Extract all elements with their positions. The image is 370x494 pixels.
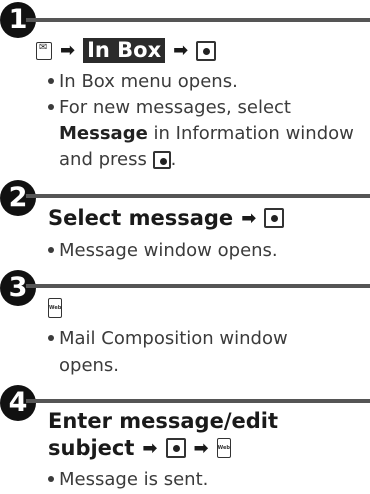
step-4-action-text-1: Enter message/edit	[48, 409, 278, 433]
center-select-key-icon	[152, 150, 171, 169]
step-4-action-text-2: subject	[48, 436, 135, 460]
step-1-action: ➡ In Box ➡	[36, 38, 217, 63]
step-3-note-1: Mail Composition window	[48, 328, 288, 349]
step-1-note-3-text: in Information window	[147, 123, 354, 144]
mail-key-icon[interactable]	[36, 41, 52, 60]
step-2-action-text: Select message	[48, 206, 234, 230]
step-3-note-2: opens.	[59, 355, 119, 376]
message-keyword: Message	[59, 123, 148, 144]
center-select-key-icon[interactable]	[264, 208, 285, 228]
right-arrow-icon: ➡	[241, 207, 257, 229]
step-1-rule	[26, 18, 370, 22]
bullet-icon	[48, 71, 59, 92]
web-key-icon[interactable]: Web	[216, 438, 231, 458]
step-4-rule	[26, 399, 370, 403]
right-arrow-icon: ➡	[173, 40, 189, 61]
step-2-note-1-text: Message window opens.	[59, 240, 278, 261]
step-4-action-line-1: Enter message/edit	[48, 409, 278, 433]
step-3-note-1-text: Mail Composition window	[59, 328, 288, 349]
step-3-rule	[26, 284, 370, 288]
center-select-key-icon[interactable]	[165, 438, 186, 458]
step-1-note-4-period: .	[170, 149, 177, 170]
step-2-number: 2	[0, 180, 36, 216]
bullet-icon	[48, 97, 59, 118]
step-3-number: 3	[0, 270, 36, 306]
step-3-action: Web	[48, 298, 62, 318]
bullet-icon	[48, 328, 59, 349]
step-1-note-1-text: In Box menu opens.	[59, 71, 238, 92]
step-1-note-1: In Box menu opens.	[48, 71, 238, 92]
step-3-note-2-text: opens.	[59, 355, 120, 376]
step-1-note-4-text: and press	[59, 149, 153, 170]
step-2-action: Select message ➡	[48, 206, 285, 230]
step-4-note-1: Message is sent.	[48, 469, 208, 490]
bullet-icon	[48, 240, 59, 261]
step-1-note-3: Message in Information window	[59, 123, 354, 144]
step-4-number: 4	[0, 385, 36, 421]
bullet-icon	[48, 469, 59, 490]
step-2-rule	[26, 194, 370, 198]
center-select-key-icon[interactable]	[196, 40, 217, 61]
right-arrow-icon: ➡	[142, 437, 158, 459]
step-2-note-1: Message window opens.	[48, 240, 278, 261]
step-1-note-2: For new messages, select	[48, 97, 291, 118]
step-1-note-4: and press .	[59, 149, 176, 170]
web-key-icon[interactable]: Web	[48, 298, 62, 318]
right-arrow-icon: ➡	[60, 40, 76, 61]
step-1-note-2-text: For new messages, select	[59, 97, 291, 118]
inbox-menu-item[interactable]: In Box	[83, 38, 166, 63]
step-4-action-line-2: subject ➡ ➡ Web	[48, 436, 231, 460]
step-4-note-1-text: Message is sent.	[59, 469, 209, 490]
right-arrow-icon: ➡	[193, 437, 209, 459]
